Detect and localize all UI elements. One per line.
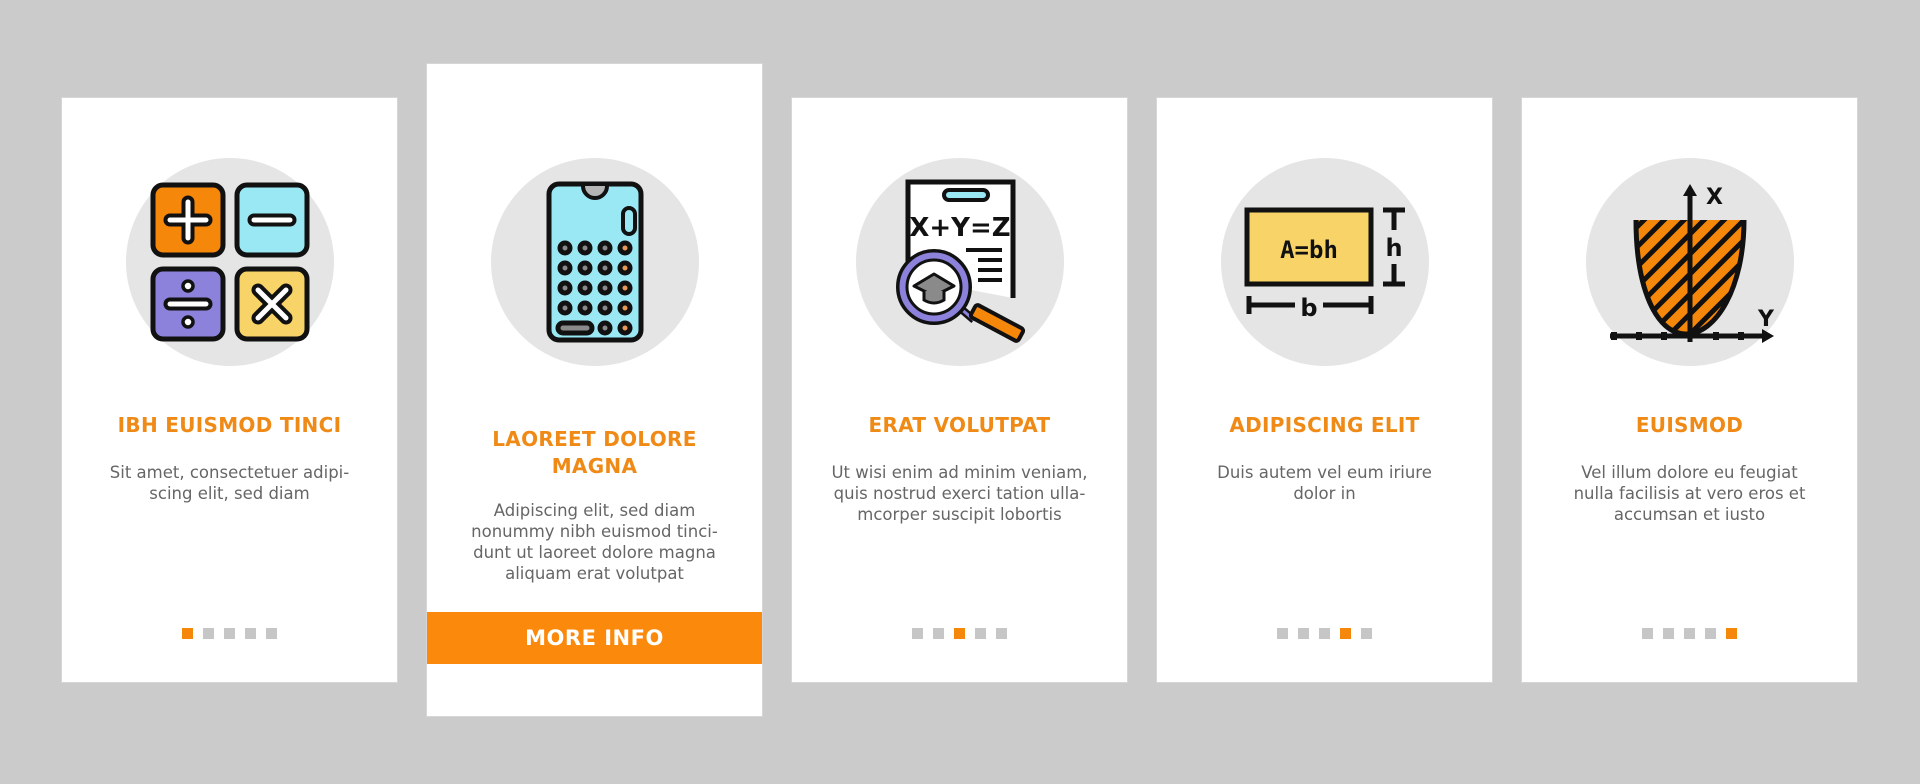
page-dot-4[interactable] xyxy=(1705,628,1716,639)
page-indicator xyxy=(62,628,397,639)
page-dot-3[interactable] xyxy=(954,628,965,639)
formula-text: A=bh xyxy=(1280,236,1338,264)
onboarding-card-5: X Y EUISMOD Vel illum dolore eu feugiat … xyxy=(1522,98,1857,682)
page-dot-1[interactable] xyxy=(182,628,193,639)
description-line: mcorper suscipit lobortis xyxy=(857,505,1062,524)
y-axis-label: Y xyxy=(1757,307,1775,332)
page-indicator xyxy=(1157,628,1492,639)
description-line: Ut wisi enim ad minim veniam, xyxy=(831,463,1088,482)
description-line: Vel illum dolore eu feugiat xyxy=(1581,463,1798,482)
calculator-operators-icon xyxy=(125,158,334,366)
description-line: dolor in xyxy=(1293,484,1356,503)
area-formula-icon: A=bh h b xyxy=(1220,158,1429,366)
more-info-button[interactable]: MORE INFO xyxy=(427,612,762,664)
card-description: Vel illum dolore eu feugiat nulla facili… xyxy=(1540,462,1839,525)
card-description: Sit amet, consectetuer adipi- scing elit… xyxy=(80,462,379,504)
page-dot-1[interactable] xyxy=(1277,628,1288,639)
description-line: Duis autem vel eum iriure xyxy=(1217,463,1432,482)
card-title: LAOREET DOLORE MAGNA xyxy=(437,426,752,480)
x-axis-label: X xyxy=(1706,185,1723,210)
base-label: b xyxy=(1300,294,1317,322)
page-dot-2[interactable] xyxy=(933,628,944,639)
description-line: quis nostrud exerci tation ulla- xyxy=(833,484,1086,503)
page-dot-5[interactable] xyxy=(996,628,1007,639)
page-dot-2[interactable] xyxy=(203,628,214,639)
page-dot-5[interactable] xyxy=(266,628,277,639)
card-description: Adipiscing elit, sed diam nonummy nibh e… xyxy=(445,500,744,584)
description-line: dunt ut laoreet dolore magna xyxy=(473,543,716,562)
onboarding-card-1: IBH EUISMOD TINCI Sit amet, consectetuer… xyxy=(62,98,397,682)
card-title: EUISMOD xyxy=(1635,413,1744,437)
card-description: Ut wisi enim ad minim veniam, quis nostr… xyxy=(810,462,1109,525)
page-dot-1[interactable] xyxy=(1642,628,1653,639)
page-dot-4[interactable] xyxy=(1340,628,1351,639)
description-line: Adipiscing elit, sed diam xyxy=(493,501,696,520)
equation-search-icon: X+Y=Z xyxy=(855,158,1064,366)
description-line: nonummy nibh euismod tinci- xyxy=(471,522,718,541)
page-dot-3[interactable] xyxy=(224,628,235,639)
page-dot-5[interactable] xyxy=(1361,628,1372,639)
card-title: ADIPISCING ELIT xyxy=(1229,413,1420,437)
page-dot-2[interactable] xyxy=(1663,628,1674,639)
card-title: ERAT VOLUTPAT xyxy=(868,413,1051,437)
description-line: accumsan et iusto xyxy=(1613,505,1766,524)
description-line: scing elit, sed diam xyxy=(149,484,310,503)
parabola-graph-icon: X Y xyxy=(1585,158,1794,366)
description-line: Sit amet, consectetuer adipi- xyxy=(109,463,350,482)
height-label: h xyxy=(1385,234,1402,262)
page-dot-3[interactable] xyxy=(1319,628,1330,639)
onboarding-card-2: LAOREET DOLORE MAGNA Adipiscing elit, se… xyxy=(427,64,762,716)
equation-text: X+Y=Z xyxy=(909,213,1010,243)
page-indicator xyxy=(1522,628,1857,639)
description-line: aliquam erat volutpat xyxy=(505,564,684,583)
card-description: Duis autem vel eum iriure dolor in xyxy=(1175,462,1474,504)
page-indicator xyxy=(792,628,1127,639)
page-dot-1[interactable] xyxy=(912,628,923,639)
onboarding-card-4: A=bh h b ADIPISCING ELIT Duis autem vel … xyxy=(1157,98,1492,682)
page-dot-4[interactable] xyxy=(975,628,986,639)
onboarding-card-3: X+Y=Z ERAT VOLUTPAT Ut wisi enim ad mini… xyxy=(792,98,1127,682)
description-line: nulla facilisis at vero eros et xyxy=(1573,484,1806,503)
page-dot-3[interactable] xyxy=(1684,628,1695,639)
card-title: IBH EUISMOD TINCI xyxy=(117,413,342,437)
title-line: LAOREET DOLORE xyxy=(492,427,697,451)
page-dot-5[interactable] xyxy=(1726,628,1737,639)
page-dot-2[interactable] xyxy=(1298,628,1309,639)
page-dot-4[interactable] xyxy=(245,628,256,639)
smartphone-calculator-icon xyxy=(490,158,699,366)
title-line: MAGNA xyxy=(551,454,638,478)
